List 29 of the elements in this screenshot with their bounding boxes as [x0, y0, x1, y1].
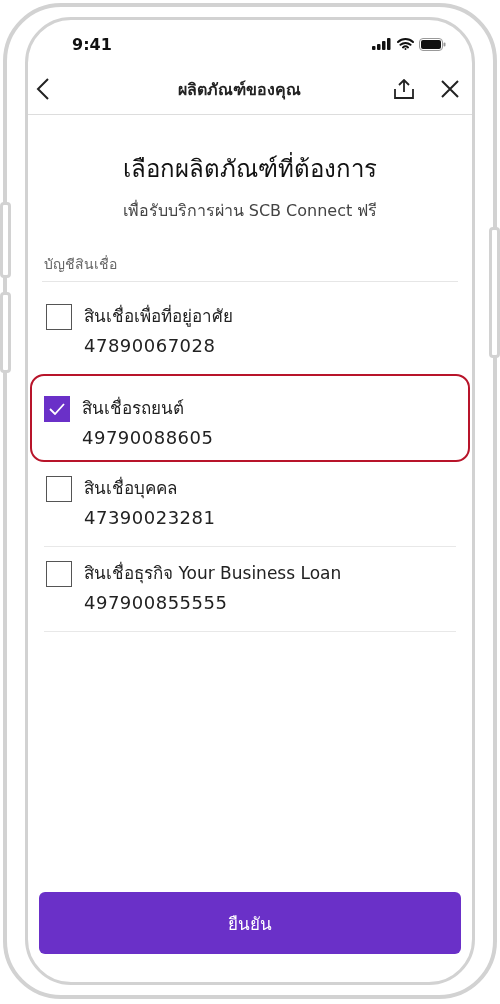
account-number: 49790088605 [82, 427, 214, 448]
back-icon [36, 78, 50, 100]
highlighted-account-row[interactable]: สินเชื่อรถยนต์ 49790088605 [30, 374, 470, 462]
wifi-icon [397, 38, 414, 50]
checkbox[interactable] [46, 304, 72, 330]
check-icon [49, 403, 65, 415]
share-icon [394, 79, 414, 99]
close-icon [440, 79, 460, 99]
account-row[interactable]: สินเชื่อธุรกิจ Your Business Loan 497900855555 [30, 549, 470, 629]
account-row[interactable]: สินเชื่อเพื่อที่อยู่อาศัย 47890067028 [30, 292, 470, 372]
page-subheading: เพื่อรับบริการผ่าน SCB Connect ฟรี [121, 199, 379, 222]
account-name: สินเชื่อธุรกิจ Your Business Loan [84, 560, 342, 586]
account-name: สินเชื่อบุคคล [84, 475, 178, 501]
battery-icon [419, 37, 446, 51]
account-row[interactable]: สินเชื่อบุคคล 47390023281 [30, 464, 470, 544]
account-number: 47390023281 [84, 507, 216, 528]
checkbox[interactable] [46, 476, 72, 502]
confirm-button[interactable]: ยืนยัน [39, 892, 461, 954]
status-time: 9:41 [72, 34, 112, 54]
account-name: สินเชื่อรถยนต์ [82, 395, 185, 420]
signal-icon [372, 38, 392, 50]
nav-title: ผลิตภัณฑ์ของคุณ [176, 78, 302, 102]
page-heading: เลือกผลิตภัณฑ์ที่ต้องการ [28, 149, 472, 188]
account-name: สินเชื่อเพื่อที่อยู่อาศัย [84, 303, 233, 329]
account-number: 497900855555 [84, 592, 229, 613]
section-label: บัญชีสินเชื่อ [43, 256, 117, 272]
checkbox[interactable] [46, 561, 72, 587]
checkbox[interactable] [44, 396, 70, 422]
account-number: 47890067028 [84, 335, 217, 356]
